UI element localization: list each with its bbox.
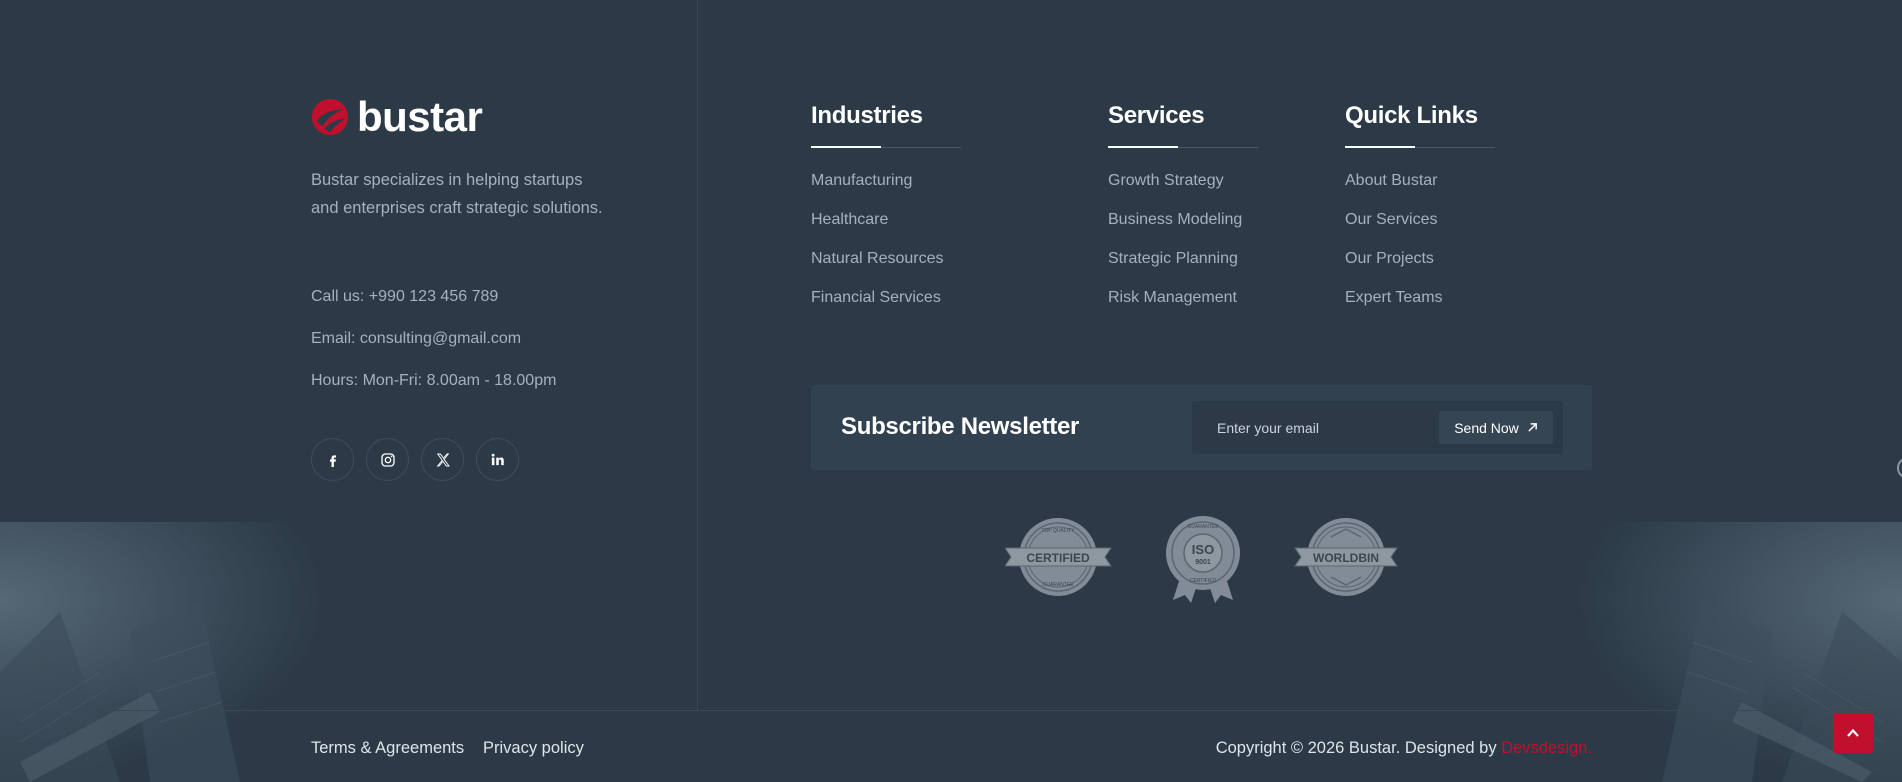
- svg-text:GUARANTEE: GUARANTEE: [1187, 524, 1219, 530]
- quick-link[interactable]: Our Services: [1345, 210, 1495, 249]
- title-underline: [811, 146, 961, 148]
- horizontal-divider: [0, 710, 1902, 711]
- svg-text:CERTIFIED: CERTIFIED: [1190, 578, 1217, 584]
- send-now-label: Send Now: [1454, 419, 1519, 436]
- svg-text:ISO: ISO: [1192, 542, 1214, 557]
- send-now-button[interactable]: Send Now: [1439, 411, 1553, 444]
- services-title: Services: [1108, 102, 1205, 129]
- title-underline: [1345, 146, 1495, 148]
- services-link[interactable]: Growth Strategy: [1108, 171, 1258, 210]
- background-building-left: [0, 522, 330, 782]
- services-link[interactable]: Business Modeling: [1108, 210, 1258, 249]
- svg-text:WORLDBIN: WORLDBIN: [1313, 551, 1379, 565]
- svg-text:GUARANTEE: GUARANTEE: [1042, 582, 1074, 588]
- industries-column: Industries Manufacturing Healthcare Natu…: [811, 102, 961, 327]
- facebook-icon: [329, 454, 336, 467]
- designer-link[interactable]: Devsdesign.: [1501, 739, 1592, 757]
- copyright-label: Copyright © 2026 Bustar. Designed by: [1215, 739, 1502, 757]
- services-link[interactable]: Risk Management: [1108, 288, 1258, 327]
- copyright-text: Copyright © 2026 Bustar. Designed by Dev…: [1216, 739, 1592, 758]
- services-link[interactable]: Strategic Planning: [1108, 249, 1258, 288]
- contact-hours: Hours: Mon-Fri: 8.00am - 18.00pm: [311, 372, 557, 389]
- privacy-link[interactable]: Privacy policy: [483, 739, 584, 758]
- title-underline: [1108, 146, 1258, 148]
- industries-link[interactable]: Natural Resources: [811, 249, 961, 288]
- svg-text:9001: 9001: [1195, 559, 1211, 566]
- newsletter-form: Send Now: [1192, 401, 1563, 454]
- instagram-button[interactable]: [366, 438, 409, 481]
- x-icon: [436, 453, 450, 466]
- quick-links-title: Quick Links: [1345, 102, 1478, 129]
- linkedin-button[interactable]: [476, 438, 519, 481]
- newsletter-email-input[interactable]: [1192, 401, 1437, 454]
- facebook-button[interactable]: [311, 438, 354, 481]
- industries-link[interactable]: Healthcare: [811, 210, 961, 249]
- company-description: Bustar specializes in helping startups a…: [311, 171, 603, 217]
- linkedin-icon: [491, 453, 504, 466]
- industries-title: Industries: [811, 102, 923, 129]
- brand-name: bustar: [357, 93, 483, 140]
- chevron-up-icon: [1847, 728, 1859, 737]
- svg-text:CERTIFIED: CERTIFIED: [1026, 551, 1090, 565]
- worldbin-badge-icon: WORLDBIN: [1294, 518, 1398, 596]
- arrow-up-right-icon: [1528, 423, 1537, 432]
- scroll-to-top-button[interactable]: [1833, 713, 1873, 753]
- vertical-divider: [697, 0, 698, 710]
- x-button[interactable]: [421, 438, 464, 481]
- industries-link[interactable]: Financial Services: [811, 288, 961, 327]
- social-links: [311, 438, 519, 481]
- newsletter-title: Subscribe Newsletter: [841, 413, 1080, 440]
- svg-text:TOP QUALITY: TOP QUALITY: [1042, 528, 1076, 534]
- contact-phone[interactable]: Call us: +990 123 456 789: [311, 288, 498, 306]
- edge-widget-icon[interactable]: [1897, 457, 1902, 479]
- industries-link[interactable]: Manufacturing: [811, 171, 961, 210]
- instagram-icon: [380, 452, 395, 467]
- newsletter-box: Subscribe Newsletter Send Now: [811, 385, 1592, 470]
- quick-link[interactable]: Our Projects: [1345, 249, 1495, 288]
- iso-9001-badge-icon: ISO 9001 GUARANTEE CERTIFIED: [1166, 516, 1240, 603]
- contact-email[interactable]: Email: consulting@gmail.com: [311, 330, 521, 348]
- bustar-logo-icon: [311, 98, 349, 136]
- certification-badges: CERTIFIED TOP QUALITY GUARANTEE ISO 9001…: [1005, 515, 1405, 605]
- services-column: Services Growth Strategy Business Modeli…: [1108, 102, 1258, 327]
- quick-link[interactable]: Expert Teams: [1345, 288, 1495, 327]
- quick-links-column: Quick Links About Bustar Our Services Ou…: [1345, 102, 1495, 327]
- quick-link[interactable]: About Bustar: [1345, 171, 1495, 210]
- terms-link[interactable]: Terms & Agreements: [311, 739, 464, 758]
- certified-badge-icon: CERTIFIED TOP QUALITY GUARANTEE: [1005, 518, 1112, 596]
- brand-logo[interactable]: bustar: [311, 93, 483, 140]
